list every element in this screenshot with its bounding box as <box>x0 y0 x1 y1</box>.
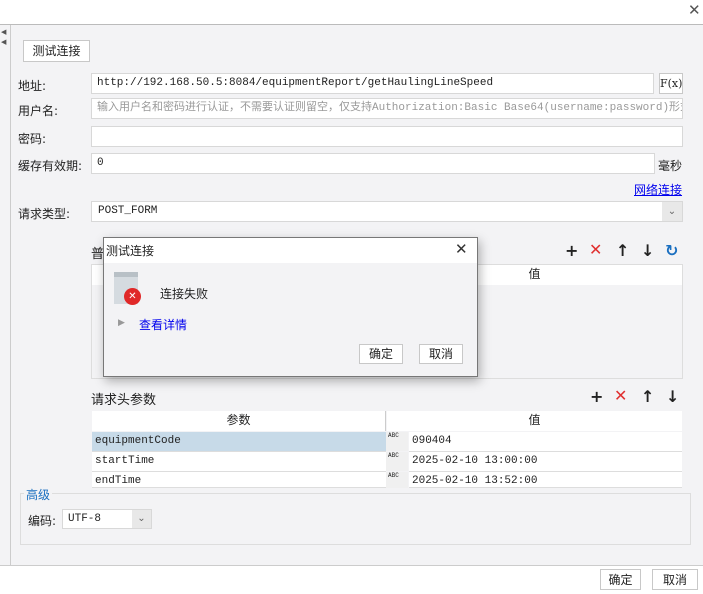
value-cell[interactable]: 2025-02-10 13:00:00 <box>409 452 682 472</box>
arrow-down-icon[interactable]: ↓ <box>666 389 679 405</box>
cancel-button[interactable]: 取消 <box>652 569 698 590</box>
request-type-value: POST_FORM <box>98 205 158 217</box>
cache-unit: 毫秒 <box>658 159 683 173</box>
password-label: 密码: <box>18 132 47 146</box>
headers-header-value: 值 <box>387 411 682 431</box>
password-input[interactable] <box>91 126 683 147</box>
advanced-legend: 高级 <box>24 486 53 503</box>
headers-header-param: 参数 <box>92 411 386 431</box>
dialog-message: 连接失败 <box>160 287 209 301</box>
param-cell[interactable]: startTime <box>92 452 386 472</box>
add-icon[interactable]: + <box>590 389 603 405</box>
network-connection-link[interactable]: 网络连接 <box>634 181 682 198</box>
expand-triangle-icon[interactable]: ▶ <box>118 318 125 328</box>
username-input[interactable]: 输入用户名和密码进行认证，不需要认证则留空，仅支持Authorization:B… <box>91 98 683 119</box>
dialog-title: 测试连接 <box>106 244 155 258</box>
add-icon[interactable]: + <box>565 243 578 259</box>
username-label: 用户名: <box>18 104 59 118</box>
delete-icon[interactable]: ✕ <box>589 242 602 258</box>
close-icon[interactable]: ✕ <box>688 1 701 19</box>
arrow-up-icon[interactable]: ↑ <box>616 243 629 259</box>
param-cell[interactable]: equipmentCode <box>92 432 386 452</box>
ok-button[interactable]: 确定 <box>600 569 641 590</box>
divider <box>10 25 11 565</box>
close-icon[interactable]: ✕ <box>455 240 468 258</box>
dialog-cancel-button[interactable]: 取消 <box>419 344 463 364</box>
cache-input[interactable]: 0 <box>91 153 655 174</box>
arrow-up-icon[interactable]: ↑ <box>641 389 654 405</box>
param-cell[interactable]: endTime <box>92 472 386 488</box>
type-abc-icon[interactable]: ABC <box>386 472 408 488</box>
address-input[interactable]: http://192.168.50.5:8084/equipmentReport… <box>91 73 654 94</box>
test-connection-dialog: 测试连接 ✕ ✕ 连接失败 ▶ 查看详情 确定 取消 <box>103 237 478 377</box>
arrow-down-icon[interactable]: ↓ <box>641 243 654 259</box>
test-connection-button[interactable]: 测试连接 <box>23 40 90 62</box>
chevron-down-icon[interactable]: ⌄ <box>132 510 151 528</box>
type-abc-icon[interactable]: ABC <box>386 452 408 471</box>
dialog-title-bar <box>104 238 477 263</box>
headers-title: 请求头参数 <box>91 393 157 408</box>
address-label: 地址: <box>18 79 47 93</box>
request-type-select[interactable]: POST_FORM <box>91 201 683 222</box>
error-icon: ✕ <box>114 272 141 305</box>
encoding-value: UTF-8 <box>68 513 102 525</box>
encoding-label: 编码: <box>28 514 57 528</box>
chevron-down-icon[interactable]: ⌄ <box>662 202 682 221</box>
title-bar <box>0 0 703 25</box>
collapse-arrows-icon[interactable]: ◀ ◀ <box>1 27 6 47</box>
footer-bar <box>0 565 703 594</box>
delete-icon[interactable]: ✕ <box>614 388 627 404</box>
view-details-link[interactable]: 查看详情 <box>139 316 187 333</box>
formula-button[interactable]: F(x) <box>659 73 683 94</box>
request-type-label: 请求类型: <box>18 207 71 221</box>
value-cell[interactable]: 2025-02-10 13:52:00 <box>409 472 682 488</box>
value-cell[interactable]: 090404 <box>409 432 682 452</box>
type-abc-icon[interactable]: ABC <box>386 432 408 451</box>
cache-label: 缓存有效期: <box>18 159 83 173</box>
dialog-ok-button[interactable]: 确定 <box>359 344 403 364</box>
refresh-icon[interactable]: ↻ <box>665 243 678 259</box>
